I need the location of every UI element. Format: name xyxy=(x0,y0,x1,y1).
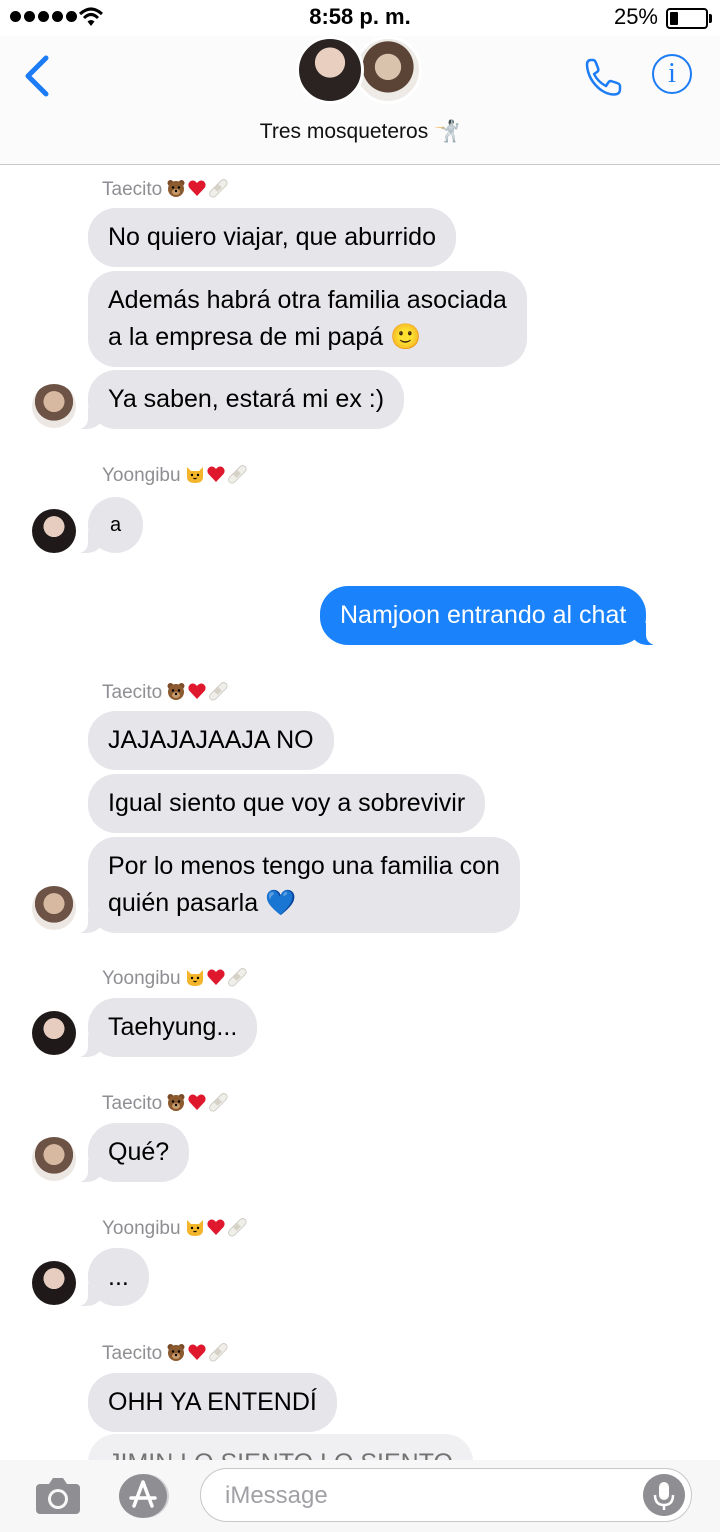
group-avatar xyxy=(296,36,364,104)
message-bubble[interactable]: Ya saben, estará mi ex :) xyxy=(75,370,405,429)
camera-icon[interactable] xyxy=(34,1476,82,1516)
avatar[interactable] xyxy=(32,384,76,428)
avatar[interactable] xyxy=(32,509,76,553)
outgoing-message-bubble[interactable]: Namjoon entrando al chat xyxy=(320,586,659,645)
avatar[interactable] xyxy=(32,1261,76,1305)
microphone-icon[interactable] xyxy=(643,1474,685,1516)
bandage-icon xyxy=(209,682,228,701)
avatar[interactable] xyxy=(32,1011,76,1055)
status-bar: 8:58 p. m. 25% xyxy=(0,0,720,36)
battery-percent: 25% xyxy=(613,4,658,29)
group-name[interactable]: Tres mosqueteros 🤺 xyxy=(0,120,720,144)
imessage-input[interactable] xyxy=(223,1477,627,1515)
bandage-icon xyxy=(227,1218,247,1237)
red-heart-icon xyxy=(188,180,206,196)
app-store-icon[interactable] xyxy=(116,1472,170,1520)
sender-emoji xyxy=(166,1342,228,1362)
bandage-icon xyxy=(227,465,247,484)
bear-icon xyxy=(167,1344,185,1361)
sender-name: Taecito xyxy=(102,681,228,704)
cat-icon xyxy=(186,467,203,483)
message-bubble[interactable]: OHH YA ENTENDÍ xyxy=(88,1373,337,1432)
group-avatar xyxy=(354,36,422,104)
red-heart-icon xyxy=(206,1219,225,1235)
cat-icon xyxy=(186,1220,203,1236)
back-chevron-icon[interactable] xyxy=(20,54,54,98)
avatar[interactable] xyxy=(32,1137,76,1181)
message-bubble[interactable]: JAJAJAJAAJA NO xyxy=(88,711,334,770)
bandage-icon xyxy=(227,968,247,987)
message-bubble[interactable]: a xyxy=(75,497,144,553)
sender-name: Taecito xyxy=(102,178,228,201)
imessage-field[interactable] xyxy=(200,1468,692,1522)
sender-name: Yoongibu xyxy=(102,464,247,487)
message-bubble[interactable]: Además habrá otra familia asociada a la … xyxy=(88,271,527,367)
red-heart-icon xyxy=(206,466,225,482)
info-icon[interactable]: i xyxy=(652,54,692,94)
bear-icon xyxy=(167,180,185,197)
bear-icon xyxy=(167,683,185,700)
message-bubble[interactable]: No quiero viajar, que aburrido xyxy=(88,208,456,267)
message-input-bar xyxy=(0,1460,720,1532)
message-bubble[interactable]: ... xyxy=(76,1248,149,1306)
battery-icon xyxy=(666,8,712,29)
sender-emoji xyxy=(185,464,247,484)
message-bubble[interactable]: Por lo menos tengo una familia con quién… xyxy=(76,837,520,933)
sender-name: Yoongibu xyxy=(102,1217,247,1240)
sender-name: Taecito xyxy=(102,1342,228,1365)
sender-emoji xyxy=(166,1092,228,1112)
red-heart-icon xyxy=(188,683,206,699)
sender-name: Taecito xyxy=(102,1092,228,1115)
conversation-header: Tres mosqueteros 🤺 i xyxy=(0,36,720,165)
bear-icon xyxy=(167,1094,185,1111)
bandage-icon xyxy=(209,1093,228,1112)
avatar[interactable] xyxy=(32,886,76,930)
group-avatars[interactable] xyxy=(296,36,426,108)
bandage-icon xyxy=(209,1343,228,1362)
sender-emoji xyxy=(185,967,247,987)
message-bubble[interactable]: Qué? xyxy=(75,1123,190,1182)
sender-emoji xyxy=(166,178,228,198)
bandage-icon xyxy=(209,179,228,198)
phone-icon[interactable] xyxy=(582,56,624,98)
red-heart-icon xyxy=(188,1344,206,1360)
red-heart-icon xyxy=(206,969,225,985)
status-time: 8:58 p. m. xyxy=(309,4,411,29)
sender-name: Yoongibu xyxy=(102,967,247,990)
red-heart-icon xyxy=(188,1094,206,1110)
message-bubble[interactable]: Taehyung... xyxy=(75,998,258,1057)
message-bubble[interactable]: Igual siento que voy a sobrevivir xyxy=(88,774,486,833)
cat-icon xyxy=(186,970,203,986)
sender-emoji xyxy=(166,681,228,701)
sender-emoji xyxy=(185,1217,247,1237)
